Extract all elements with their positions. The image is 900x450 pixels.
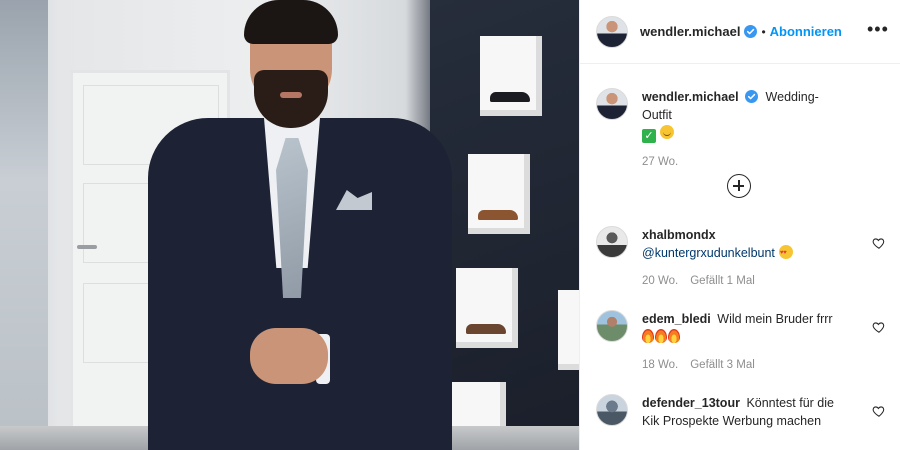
like-heart-icon[interactable] xyxy=(872,320,886,334)
door-handle xyxy=(77,245,97,249)
fire-emoji-icon xyxy=(642,329,654,343)
comment-meta: 20 Wo. Gefällt 1 Mal xyxy=(642,272,852,290)
shoe-shelf xyxy=(468,154,530,234)
more-options-icon[interactable]: ••• xyxy=(867,20,888,42)
caption-row: wendler.michael Wedding- Outfit ✓ 27 Wo. xyxy=(596,88,886,171)
check-mark-emoji-icon: ✓ xyxy=(642,129,656,143)
plus-circle-icon[interactable] xyxy=(727,174,751,198)
comment-username[interactable]: xhalbmondx xyxy=(642,228,716,242)
like-heart-icon[interactable] xyxy=(872,236,886,250)
comment-row: edem_bledi Wild mein Bruder frrr 18 Wo. G… xyxy=(596,310,886,374)
heart-eyes-emoji-icon xyxy=(778,244,793,262)
author-avatar[interactable] xyxy=(596,15,628,48)
author-avatar[interactable] xyxy=(596,88,628,120)
comment-likes[interactable]: Gefällt 1 Mal xyxy=(690,275,755,287)
header-separator: • xyxy=(761,24,766,39)
comment-timestamp[interactable]: 18 Wo. xyxy=(642,359,678,371)
commenter-avatar[interactable] xyxy=(596,394,628,426)
comment-text-block: edem_bledi Wild mein Bruder frrr 18 Wo. G… xyxy=(642,310,852,374)
caption-timestamp[interactable]: 27 Wo. xyxy=(642,156,678,168)
shoe-shelf xyxy=(558,290,579,370)
mouth xyxy=(280,92,302,98)
hair xyxy=(244,0,338,44)
comment-text-block: defender_13tour Könntest für die Kik Pro… xyxy=(642,394,852,430)
shoe xyxy=(466,324,506,334)
comment-meta: 18 Wo. Gefällt 3 Mal xyxy=(642,356,852,374)
shoe xyxy=(478,210,518,220)
shoe-shelf xyxy=(456,268,518,348)
comment-timestamp[interactable]: 20 Wo. xyxy=(642,275,678,287)
caption-text-block: wendler.michael Wedding- Outfit ✓ 27 Wo. xyxy=(642,88,852,171)
caption-meta: 27 Wo. xyxy=(642,153,852,171)
verified-badge-icon xyxy=(744,25,758,38)
comments-list[interactable]: wendler.michael Wedding- Outfit ✓ 27 Wo. xyxy=(580,64,900,450)
man-in-suit xyxy=(140,0,460,450)
follow-button[interactable]: Abonnieren xyxy=(770,24,842,39)
comment-text: Wild mein Bruder frrr xyxy=(717,312,833,326)
post-photo[interactable] xyxy=(0,0,579,450)
fire-emoji-icon xyxy=(655,329,667,343)
comment-text-block: xhalbmondx @kuntergrxudunkelbunt 20 Wo. G… xyxy=(642,226,852,290)
verified-badge-icon xyxy=(745,90,759,103)
commenter-avatar[interactable] xyxy=(596,310,628,342)
comment-username[interactable]: defender_13tour xyxy=(642,396,740,410)
commenter-avatar[interactable] xyxy=(596,226,628,258)
photo-left-wall xyxy=(0,0,48,450)
fire-emoji-icon xyxy=(668,329,680,343)
comment-row: xhalbmondx @kuntergrxudunkelbunt 20 Wo. G… xyxy=(596,226,886,290)
post-side-panel: wendler.michael • Abonnieren ••• wendler… xyxy=(579,0,900,450)
caption-username[interactable]: wendler.michael xyxy=(642,90,739,104)
like-heart-icon[interactable] xyxy=(872,404,886,418)
author-username[interactable]: wendler.michael xyxy=(640,24,740,39)
comment-likes[interactable]: Gefällt 3 Mal xyxy=(690,359,755,371)
instagram-post: wendler.michael • Abonnieren ••• wendler… xyxy=(0,0,900,450)
comment-text[interactable]: @kuntergrxudunkelbunt xyxy=(642,246,775,260)
comment-username[interactable]: edem_bledi xyxy=(642,312,711,326)
hands xyxy=(250,328,328,384)
shoe xyxy=(490,92,530,102)
smile-emoji-icon xyxy=(660,125,674,139)
comment-row: defender_13tour Könntest für die Kik Pro… xyxy=(596,394,886,430)
post-header: wendler.michael • Abonnieren ••• xyxy=(580,0,900,64)
shoe-shelf xyxy=(480,36,542,116)
